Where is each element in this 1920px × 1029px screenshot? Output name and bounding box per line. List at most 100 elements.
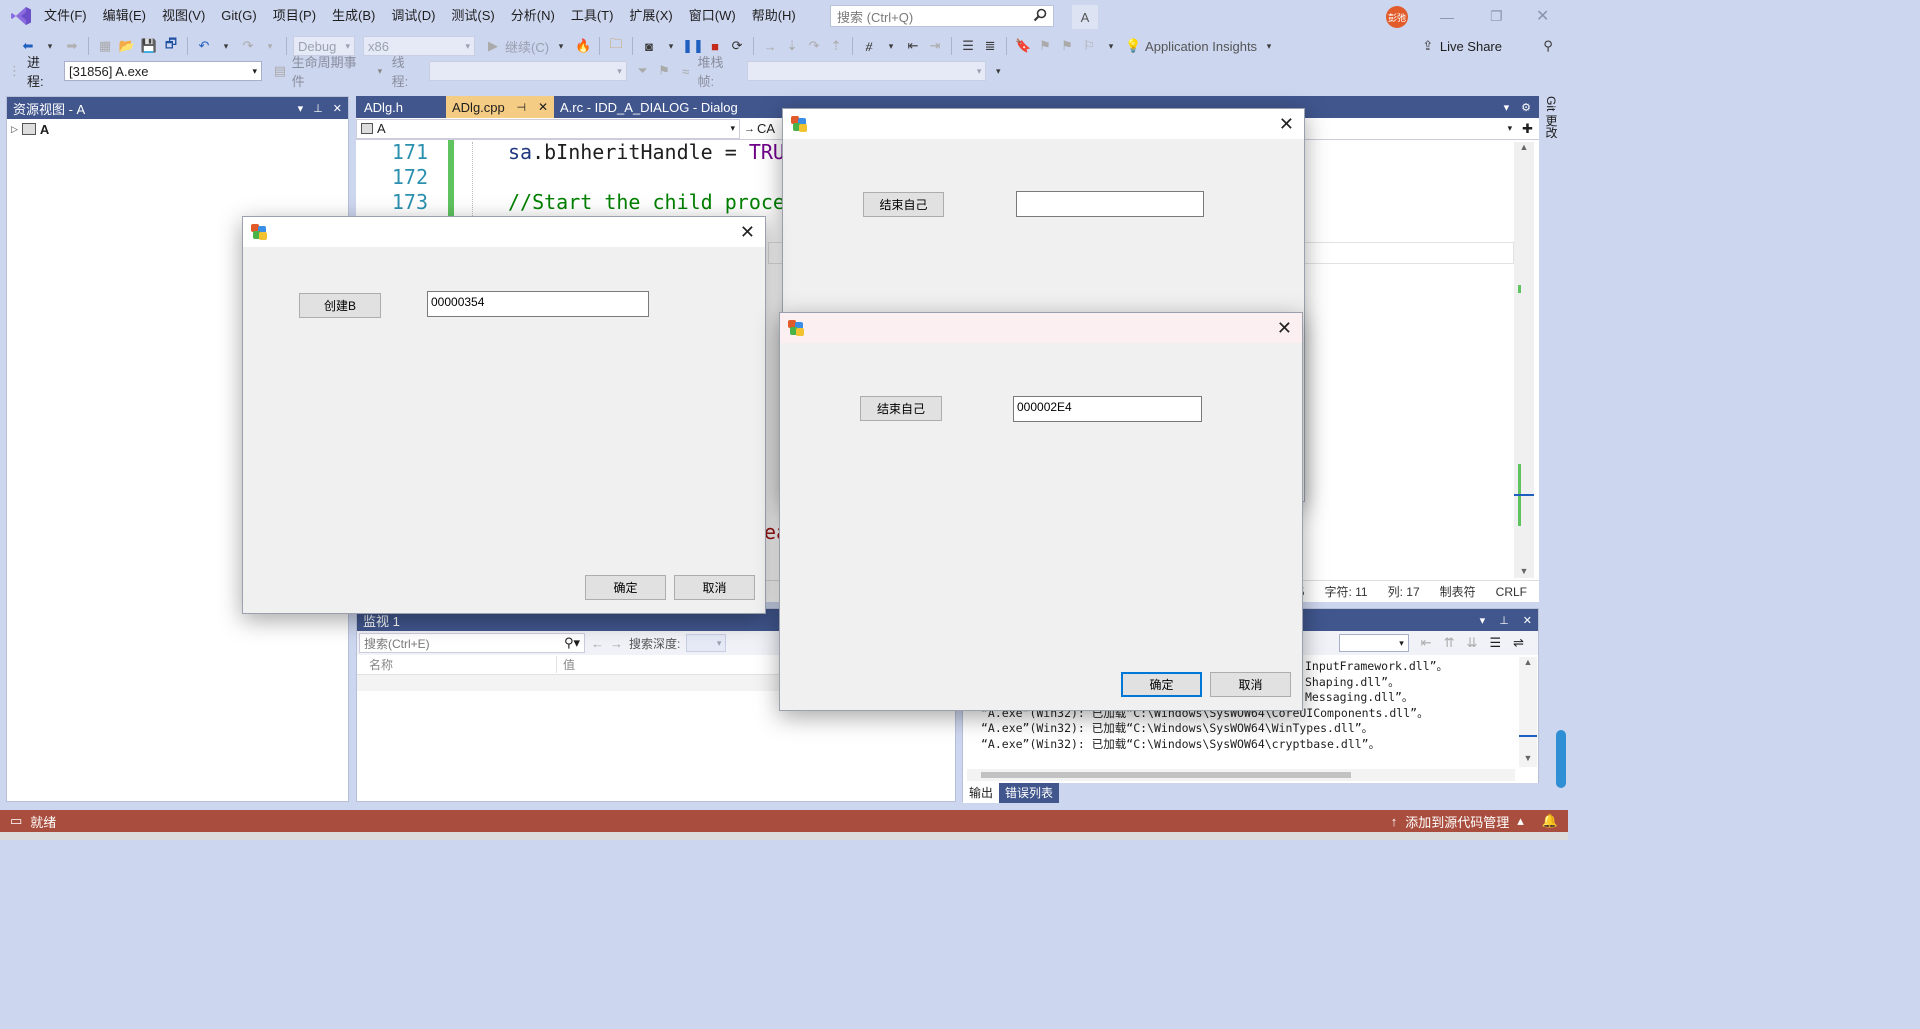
chevron-down-icon[interactable]: ▾ [1508,123,1513,134]
find-message-icon[interactable]: ⇤ [1421,635,1432,651]
dialog-close-button[interactable]: ✕ [1277,318,1292,339]
close-window-button[interactable]: ✕ [1536,6,1549,26]
clear-all-icon[interactable]: ☰ [1489,635,1501,651]
redo-icon[interactable]: ↷ [238,36,258,56]
menu-item[interactable]: 编辑(E) [95,0,154,32]
process-select[interactable]: [31856] A.exe ▾ [64,61,263,81]
application-insights-button[interactable]: Application Insights [1145,39,1257,54]
forward-icon[interactable]: ➡ [62,36,82,56]
column-indicator[interactable]: 列: 17 [1388,583,1420,600]
cancel-button[interactable]: 取消 [674,575,755,600]
vertical-scrollbar[interactable]: ▲ ▼ [1514,142,1534,578]
chevron-down-icon[interactable]: ▾ [1259,36,1279,56]
menu-item[interactable]: 工具(T) [563,0,622,32]
tab-list-dropdown-icon[interactable]: ▾ [1504,101,1510,114]
ok-button[interactable]: 确定 [1121,672,1202,697]
watch-search-input[interactable]: 搜索(Ctrl+E) ⚲▾ [359,633,585,653]
menu-item[interactable]: Git(G) [213,0,264,32]
chevron-down-icon[interactable]: ▾ [298,102,304,115]
close-icon[interactable]: ✕ [538,100,548,114]
indent-icon[interactable]: ⇤ [903,36,923,56]
chevron-down-icon[interactable]: ▾ [661,36,681,56]
column-header-value[interactable]: 值 [557,656,575,673]
tab-adlg-cpp[interactable]: ADlg.cpp ⊣ ✕ [446,96,554,118]
tabs-indicator[interactable]: 制表符 [1440,583,1476,600]
prev-bookmark-icon[interactable]: ⚑ [1035,36,1055,56]
hot-reload-icon[interactable]: 🔥 [573,36,593,56]
column-header-name[interactable]: 名称 [357,656,557,673]
expand-callstack-icon[interactable]: ≈ [676,61,696,81]
pin-icon[interactable]: ⊥ [313,102,323,115]
add-to-source-control-button[interactable]: 添加到源代码管理 [1405,812,1509,831]
end-self-button[interactable]: 结束自己 [860,396,942,421]
next-message-icon[interactable]: ⇊ [1467,635,1478,651]
open-folder-icon[interactable]: 📂 [117,36,137,56]
uncomment-icon[interactable]: ≣ [980,36,1000,56]
stack-frame-select[interactable]: ▾ [747,61,987,81]
show-next-statement-icon[interactable]: → [760,36,780,56]
chevron-down-icon[interactable]: ▾ [1480,614,1486,627]
filter-icon[interactable]: ⏷ [633,61,653,81]
tab-a-rc-dialog[interactable]: A.rc - IDD_A_DIALOG - Dialog [554,96,780,118]
code-line[interactable]: 173 //Start the child process. [356,190,821,215]
feedback-icon[interactable]: ⚲ [1538,36,1558,56]
cancel-button[interactable]: 取消 [1210,672,1291,697]
code-line[interactable]: 171 sa.bInheritHandle = TRUE;/ [356,140,821,165]
dialog-close-button[interactable]: ✕ [1279,114,1294,135]
search-icon[interactable]: ⚲▾ [564,635,580,651]
minimize-button[interactable]: — [1440,9,1454,25]
process-handle-edit-field[interactable]: 00000354 [427,291,649,317]
step-into-icon[interactable]: ⇣ [782,36,802,56]
code-line[interactable]: 172 [356,165,508,190]
split-editor-icon[interactable]: ✚ [1522,121,1533,137]
continue-button[interactable]: 继续(C) [505,37,549,56]
close-icon[interactable]: ✕ [333,102,342,115]
new-project-icon[interactable]: ▦ [95,36,115,56]
play-icon[interactable]: ▶ [483,36,503,56]
menu-item[interactable]: 生成(B) [324,0,383,32]
handle-edit-field[interactable] [1016,191,1204,217]
forward-icon[interactable]: → [610,636,623,651]
save-all-icon[interactable]: 🗗 [161,36,181,56]
chevron-down-icon[interactable]: ▾ [216,36,236,56]
menu-item[interactable]: 窗口(W) [681,0,744,32]
project-scope-select[interactable]: A ▾ [356,118,740,139]
chevron-down-icon[interactable]: ▾ [370,61,390,81]
ok-button[interactable]: 确定 [585,575,666,600]
step-out-icon[interactable]: ⇡ [826,36,846,56]
outdent-icon[interactable]: ⇥ [925,36,945,56]
menu-item[interactable]: 帮助(H) [744,0,804,32]
tab-error-list[interactable]: 错误列表 [999,783,1060,803]
pin-icon[interactable]: ⊥ [1499,614,1509,627]
prev-message-icon[interactable]: ⇈ [1444,635,1455,651]
bookmark-icon[interactable]: 🔖 [1013,36,1033,56]
search-box[interactable]: 搜索 (Ctrl+Q) [830,5,1054,27]
step-over-icon[interactable]: ↷ [804,36,824,56]
menu-item[interactable]: 测试(S) [443,0,502,32]
clear-bookmarks-icon[interactable]: ⚐ [1079,36,1099,56]
tree-item[interactable]: ▷ A [7,119,348,139]
menu-item[interactable]: 调试(D) [383,0,443,32]
git-changes-side-tab[interactable]: Git 更改 [1542,96,1560,156]
restore-button[interactable]: ❐ [1490,8,1503,25]
output-vertical-scrollbar[interactable]: ▲ ▼ [1519,657,1537,767]
dialog-close-button[interactable]: ✕ [740,222,755,243]
thread-select[interactable]: ▾ [428,61,627,81]
flag-threads-icon[interactable]: ⚑ [654,61,674,81]
lifecycle-events-button[interactable]: 生命周期事件 [292,52,368,90]
chevron-down-icon[interactable]: ▾ [551,36,571,56]
undo-icon[interactable]: ↶ [194,36,214,56]
output-horizontal-scrollbar[interactable] [967,769,1515,781]
chevron-down-icon[interactable]: ▾ [1101,36,1121,56]
handle-edit-field[interactable]: 000002E4 [1013,396,1202,422]
end-self-button[interactable]: 结束自己 [863,192,944,217]
code-view[interactable]: 171 sa.bInheritHandle = TRUE;/ 172173 //Sta… [356,140,821,218]
breakpoints-icon[interactable]: ⧣ [859,36,879,56]
next-bookmark-icon[interactable]: ⚑ [1057,36,1077,56]
chevron-down-icon[interactable]: ▾ [881,36,901,56]
output-source-select[interactable]: ▾ [1338,634,1409,652]
back-icon[interactable]: ← [591,636,604,651]
chevron-up-icon[interactable]: ▴ [1517,813,1524,829]
menu-item[interactable]: 视图(V) [154,0,213,32]
notifications-icon[interactable]: 🔔 [1542,813,1558,829]
